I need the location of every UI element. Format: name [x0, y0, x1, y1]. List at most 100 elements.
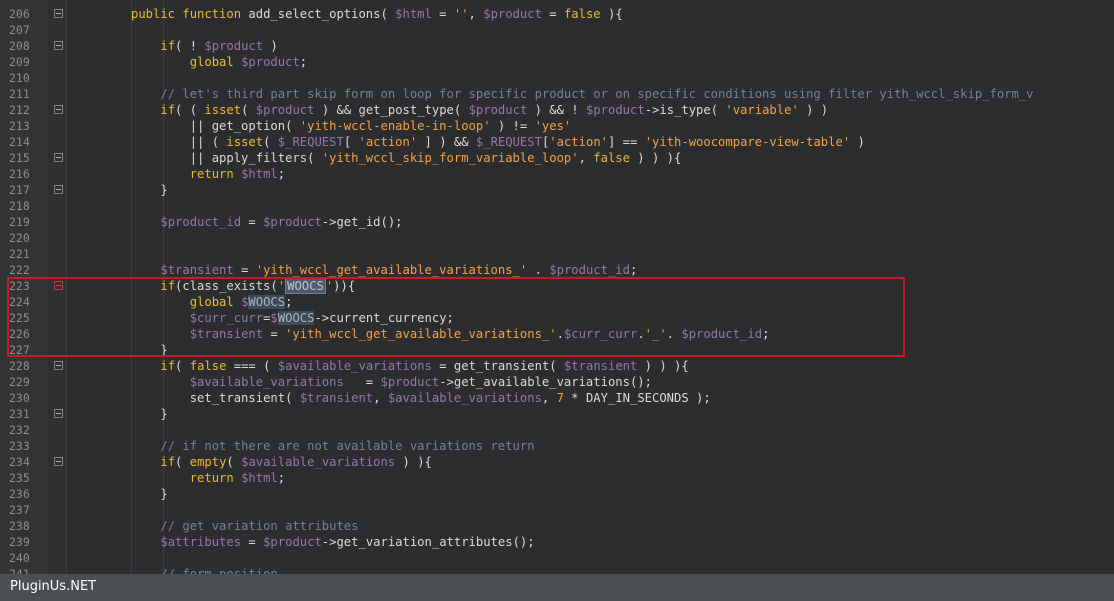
- bottom-bar: PluginUs.NET: [0, 574, 1114, 601]
- line-number: 219: [9, 215, 30, 229]
- code-text: || get_option( 'yith-wccl-enable-in-loop…: [131, 119, 572, 133]
- line-number: 215: [9, 151, 30, 165]
- code-line[interactable]: 218: [0, 198, 1114, 214]
- code-line[interactable]: 212 if( ( isset( $product ) && get_post_…: [0, 102, 1114, 118]
- code-line[interactable]: 233 // if not there are not available va…: [0, 438, 1114, 454]
- code-line[interactable]: 220: [0, 230, 1114, 246]
- code-line[interactable]: 237: [0, 502, 1114, 518]
- code-line[interactable]: 228 if( false === ( $available_variation…: [0, 358, 1114, 374]
- line-number: 223: [9, 279, 30, 293]
- code-text: // if not there are not available variat…: [160, 439, 535, 453]
- code-line[interactable]: 224 global $WOOCS;: [0, 294, 1114, 310]
- code-text: public function add_select_options( $htm…: [131, 7, 623, 21]
- code-text: || apply_filters( 'yith_wccl_skip_form_v…: [131, 151, 682, 165]
- code-line[interactable]: 221: [0, 246, 1114, 262]
- line-number: 234: [9, 455, 30, 469]
- code-text: }: [131, 183, 168, 197]
- brand-label: PluginUs.NET: [10, 579, 97, 594]
- fold-toggle-icon[interactable]: [54, 409, 63, 418]
- line-number: 209: [9, 55, 30, 69]
- code-line[interactable]: 240: [0, 550, 1114, 566]
- code-text: // form position: [160, 567, 278, 574]
- code-text: return $html;: [189, 471, 286, 485]
- line-number: 231: [9, 407, 30, 421]
- code-line[interactable]: 211 // let's third part skip form on loo…: [0, 86, 1114, 102]
- line-number: 224: [9, 295, 30, 309]
- code-line[interactable]: 209 global $product;: [0, 54, 1114, 70]
- line-number: 239: [9, 535, 30, 549]
- code-line[interactable]: 232: [0, 422, 1114, 438]
- line-number: 216: [9, 167, 30, 181]
- code-line[interactable]: 210: [0, 70, 1114, 86]
- code-line[interactable]: 241 // form position: [0, 566, 1114, 574]
- line-number: 222: [9, 263, 30, 277]
- code-line[interactable]: 215 || apply_filters( 'yith_wccl_skip_fo…: [0, 150, 1114, 166]
- code-line[interactable]: 238 // get variation attributes: [0, 518, 1114, 534]
- code-line[interactable]: 213 || get_option( 'yith-wccl-enable-in-…: [0, 118, 1114, 134]
- code-text: || ( isset( $_REQUEST[ 'action' ] ) && $…: [131, 135, 865, 149]
- code-text: }: [131, 343, 168, 357]
- code-text: if( ( isset( $product ) && get_post_type…: [160, 103, 829, 117]
- code-line[interactable]: 216 return $html;: [0, 166, 1114, 182]
- line-number: 229: [9, 375, 30, 389]
- line-number: 235: [9, 471, 30, 485]
- code-text: $attributes = $product->get_variation_at…: [160, 535, 535, 549]
- code-line[interactable]: 208 if( ! $product ): [0, 38, 1114, 54]
- code-line[interactable]: 225 $curr_curr=$WOOCS->current_currency;: [0, 310, 1114, 326]
- line-number: 233: [9, 439, 30, 453]
- code-text: global $WOOCS;: [189, 295, 293, 309]
- code-text: $product_id = $product->get_id();: [160, 215, 403, 229]
- fold-toggle-icon[interactable]: [54, 361, 63, 370]
- code-line[interactable]: 234 if( empty( $available_variations ) )…: [0, 454, 1114, 470]
- line-number: 214: [9, 135, 30, 149]
- code-line[interactable]: 229 $available_variations = $product->ge…: [0, 374, 1114, 390]
- fold-toggle-icon[interactable]: [54, 281, 63, 290]
- code-line[interactable]: 207: [0, 22, 1114, 38]
- code-line[interactable]: 231 }: [0, 406, 1114, 422]
- fold-toggle-icon[interactable]: [54, 153, 63, 162]
- fold-toggle-icon[interactable]: [54, 41, 63, 50]
- code-editor[interactable]: 206 public function add_select_options( $…: [0, 0, 1114, 574]
- line-number: 208: [9, 39, 30, 53]
- code-text: if( false === ( $available_variations = …: [160, 359, 689, 373]
- line-number: 227: [9, 343, 30, 357]
- line-number: 238: [9, 519, 30, 533]
- line-number: 240: [9, 551, 30, 565]
- line-number: 212: [9, 103, 30, 117]
- code-text: $curr_curr=$WOOCS->current_currency;: [189, 311, 454, 325]
- code-line[interactable]: 223 if(class_exists(' WOOCS ')){: [0, 278, 1114, 294]
- line-number: 226: [9, 327, 30, 341]
- code-line[interactable]: 230 set_transient( $transient, $availabl…: [0, 390, 1114, 406]
- line-number: 220: [9, 231, 30, 245]
- code-text: $transient = 'yith_wccl_get_available_va…: [189, 327, 770, 341]
- code-text: // get variation attributes: [160, 519, 359, 533]
- code-line[interactable]: 219 $product_id = $product->get_id();: [0, 214, 1114, 230]
- line-number: 228: [9, 359, 30, 373]
- fold-toggle-icon[interactable]: [54, 457, 63, 466]
- code-line[interactable]: 206 public function add_select_options( $…: [0, 6, 1114, 22]
- code-text: return $html;: [189, 167, 286, 181]
- code-text: if(class_exists(' WOOCS ')){: [160, 278, 356, 294]
- line-number: 221: [9, 247, 30, 261]
- line-number: 213: [9, 119, 30, 133]
- fold-toggle-icon[interactable]: [54, 9, 63, 18]
- code-line[interactable]: 235 return $html;: [0, 470, 1114, 486]
- code-line[interactable]: 239 $attributes = $product->get_variatio…: [0, 534, 1114, 550]
- code-text: $available_variations = $product->get_av…: [189, 375, 652, 389]
- code-line[interactable]: 226 $transient = 'yith_wccl_get_availabl…: [0, 326, 1114, 342]
- code-line[interactable]: 214 || ( isset( $_REQUEST[ 'action' ] ) …: [0, 134, 1114, 150]
- code-line[interactable]: 217 }: [0, 182, 1114, 198]
- fold-toggle-icon[interactable]: [54, 185, 63, 194]
- code-text: if( empty( $available_variations ) ){: [160, 455, 432, 469]
- line-number: 206: [9, 7, 30, 21]
- code-text: $transient = 'yith_wccl_get_available_va…: [160, 263, 638, 277]
- code-line[interactable]: 222 $transient = 'yith_wccl_get_availabl…: [0, 262, 1114, 278]
- line-number: 237: [9, 503, 30, 517]
- line-number: 217: [9, 183, 30, 197]
- code-text: }: [131, 487, 168, 501]
- line-number: 210: [9, 71, 30, 85]
- code-line[interactable]: 236 }: [0, 486, 1114, 502]
- fold-toggle-icon[interactable]: [54, 105, 63, 114]
- line-number: 230: [9, 391, 30, 405]
- code-line[interactable]: 227 }: [0, 342, 1114, 358]
